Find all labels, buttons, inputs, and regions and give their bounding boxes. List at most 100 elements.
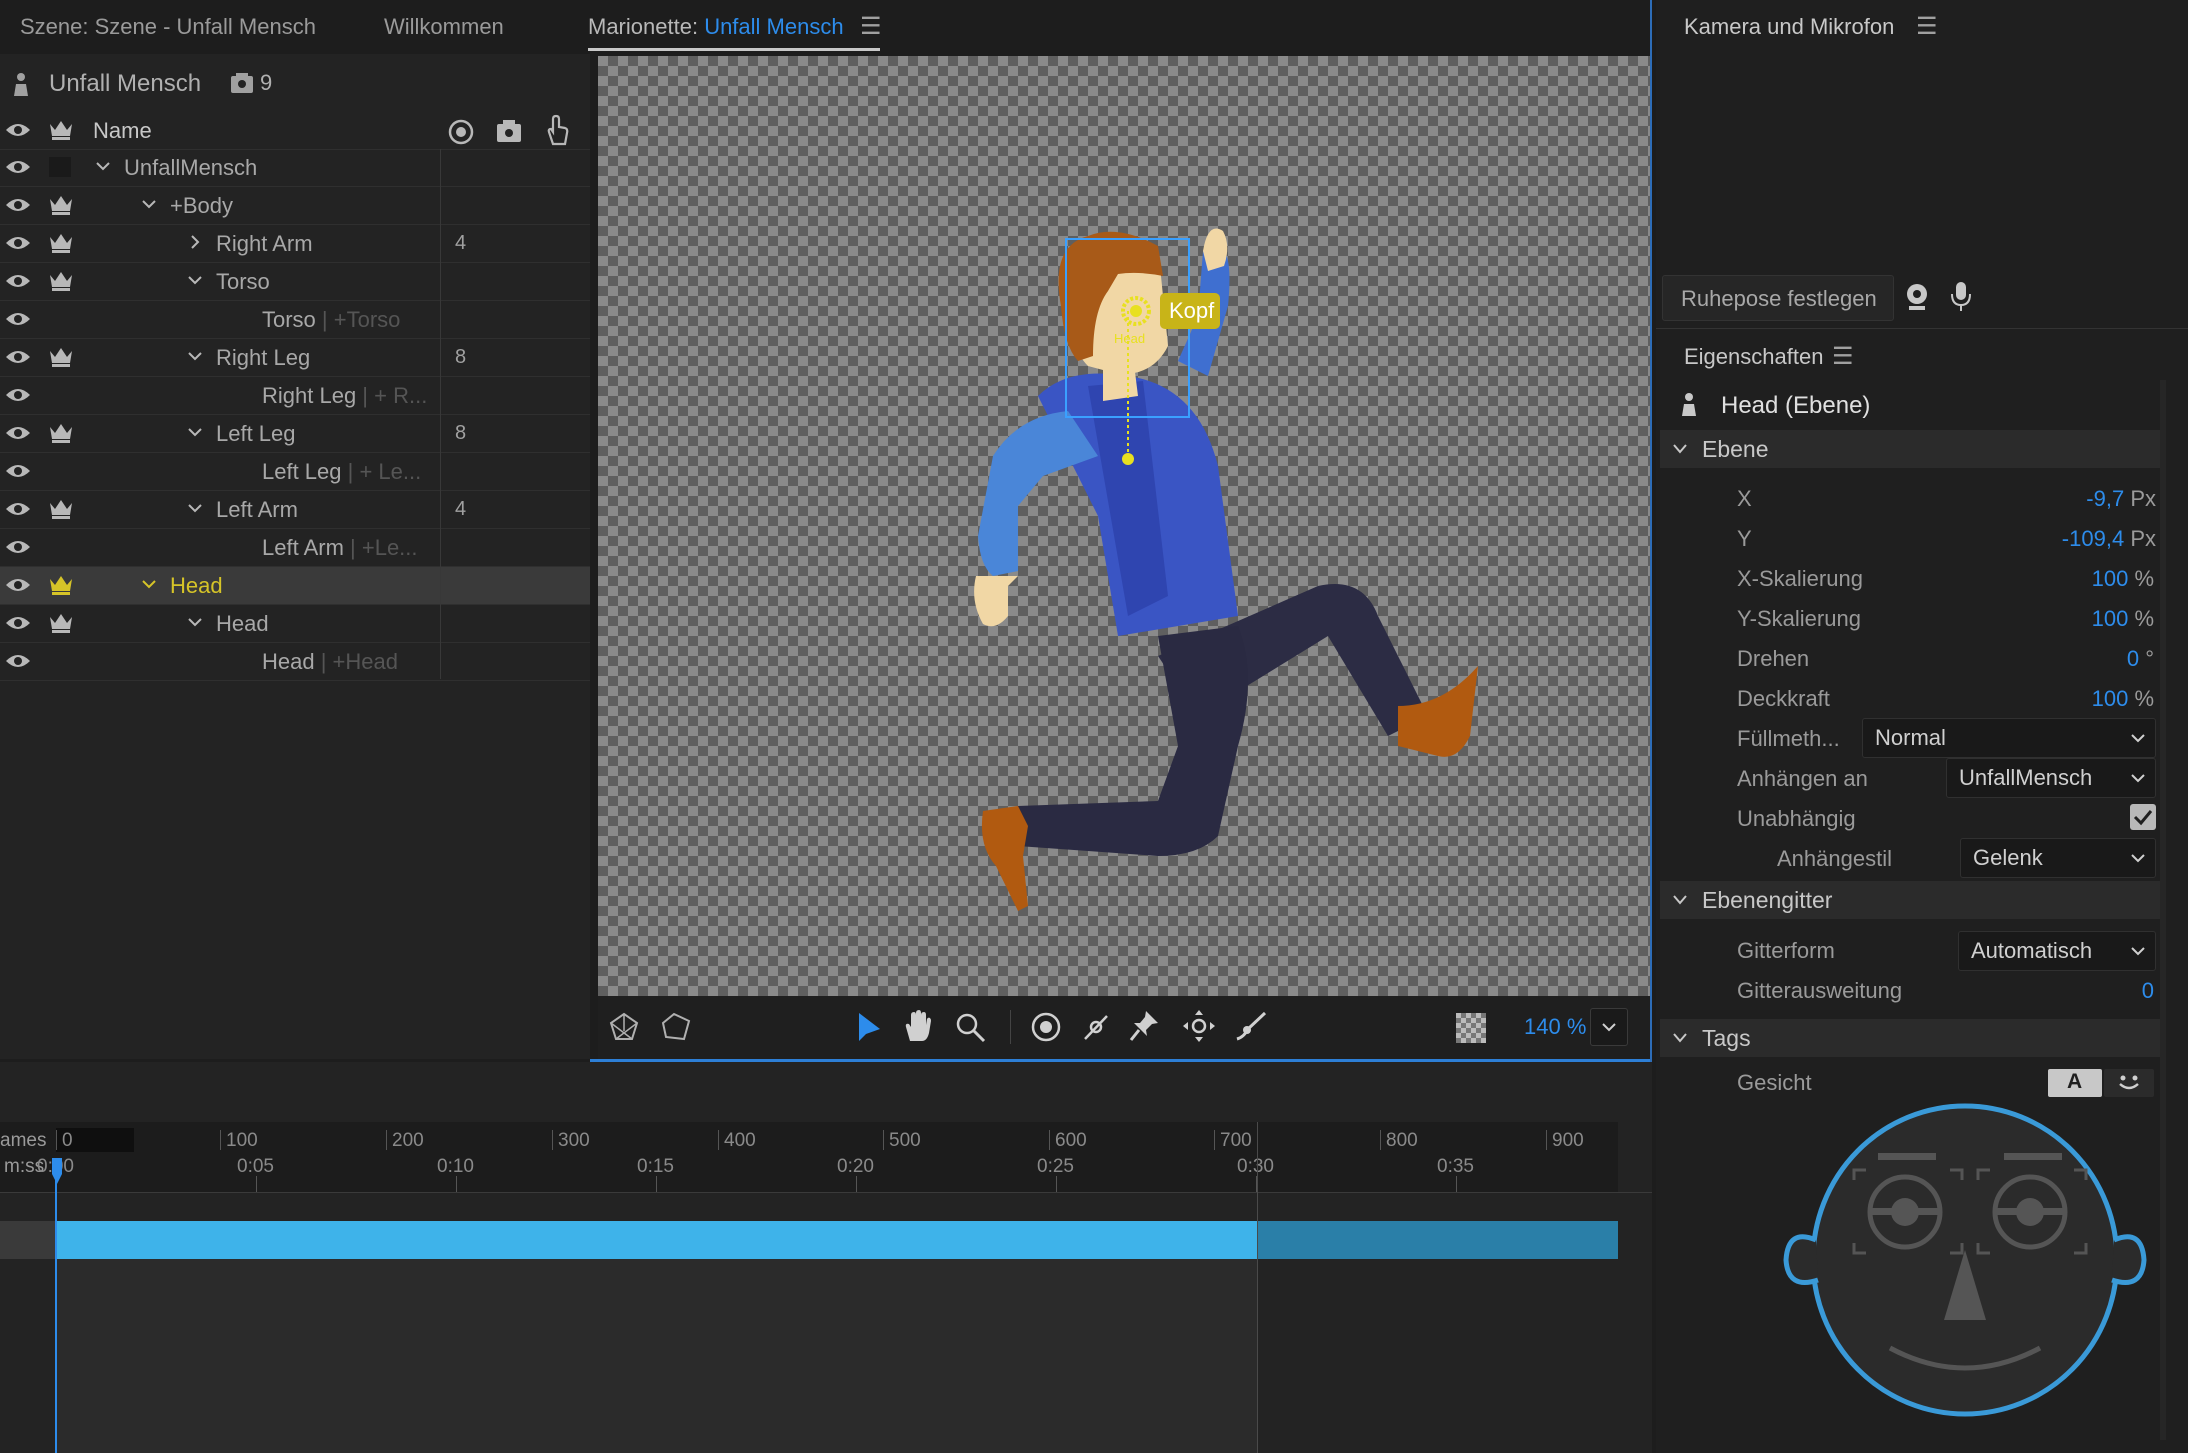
select-tool-icon[interactable]: [854, 1011, 884, 1043]
microphone-icon[interactable]: [1950, 280, 1972, 312]
playhead-line[interactable]: [55, 1160, 57, 1453]
eye-icon[interactable]: [4, 347, 32, 367]
crown-icon[interactable]: [48, 611, 74, 633]
stick-tool-icon[interactable]: [1080, 1011, 1112, 1043]
chevron-down-icon[interactable]: [188, 349, 202, 363]
yscale-value[interactable]: 100 %: [2092, 606, 2154, 632]
eye-icon[interactable]: [4, 385, 32, 405]
eye-icon[interactable]: [4, 575, 32, 595]
frame-tick-mark: [552, 1130, 553, 1150]
layer-row[interactable]: Right Leg 8: [0, 339, 590, 377]
chevron-down-icon[interactable]: [188, 273, 202, 287]
mesh-shape-dropdown[interactable]: Automatisch: [1958, 931, 2156, 971]
eye-icon[interactable]: [4, 537, 32, 557]
zoom-tool-icon[interactable]: [954, 1011, 986, 1043]
eye-icon[interactable]: [4, 423, 32, 443]
blend-mode-dropdown[interactable]: Normal: [1862, 718, 2156, 758]
timeline-clip-bar[interactable]: [56, 1221, 1257, 1259]
y-value[interactable]: -109,4 Px: [2062, 526, 2156, 552]
dragger-tool-icon[interactable]: [1182, 1009, 1216, 1043]
smiley-icon: [2119, 1075, 2139, 1090]
eye-icon[interactable]: [4, 233, 32, 253]
eye-icon[interactable]: [4, 499, 32, 519]
eye-icon[interactable]: [4, 651, 32, 671]
chevron-down-icon[interactable]: [142, 577, 156, 591]
attach-to-dropdown[interactable]: UnfallMensch: [1946, 758, 2156, 798]
crown-icon[interactable]: [48, 269, 74, 291]
layer-row[interactable]: Torso: [0, 263, 590, 301]
touch-column-icon: [547, 114, 569, 146]
face-tag-picker[interactable]: [1780, 1100, 2150, 1425]
camera-menu-icon[interactable]: ☰: [1916, 12, 1938, 41]
eye-icon[interactable]: [4, 309, 32, 329]
x-value[interactable]: -9,7 Px: [2086, 486, 2156, 512]
layer-row[interactable]: Left Arm 4: [0, 491, 590, 529]
eye-icon[interactable]: [4, 271, 32, 291]
crown-icon[interactable]: [48, 573, 74, 595]
crown-icon[interactable]: [48, 497, 74, 519]
crown-icon[interactable]: [48, 231, 74, 253]
chevron-down-icon[interactable]: [188, 615, 202, 629]
layer-row[interactable]: Left Leg | + Le...: [0, 453, 590, 491]
mesh-expand-value[interactable]: 0: [2142, 978, 2154, 1004]
layer-row[interactable]: Right Arm 4: [0, 225, 590, 263]
name-column-header[interactable]: Name: [93, 118, 152, 144]
crown-icon[interactable]: [48, 421, 74, 443]
origin-tool-icon[interactable]: [1030, 1011, 1062, 1043]
chevron-down-icon[interactable]: [142, 197, 156, 211]
eye-icon[interactable]: [4, 461, 32, 481]
properties-scrollbar[interactable]: [2160, 380, 2166, 1440]
independent-checkbox[interactable]: [2130, 804, 2156, 830]
crown-icon[interactable]: [48, 345, 74, 367]
section-mesh[interactable]: Ebenengitter: [1660, 881, 2160, 919]
eye-icon[interactable]: [4, 613, 32, 633]
puppet-canvas[interactable]: Kopf Head: [598, 56, 1651, 996]
tab-scene[interactable]: Szene: Szene - Unfall Mensch: [20, 14, 316, 40]
chevron-down-icon[interactable]: [188, 425, 202, 439]
transparency-grid-icon[interactable]: [1456, 1013, 1486, 1043]
layer-row[interactable]: Right Leg | + R...: [0, 377, 590, 415]
playhead-handle-icon[interactable]: [50, 1156, 64, 1186]
tag-face-button[interactable]: [2104, 1069, 2154, 1097]
handle-tag-label[interactable]: Kopf: [1169, 298, 1214, 324]
stroke-tool-icon[interactable]: [1234, 1011, 1268, 1043]
chevron-down-icon[interactable]: [96, 159, 110, 173]
eye-icon[interactable]: [4, 157, 32, 177]
chevron-right-icon[interactable]: [188, 235, 202, 249]
tab-welcome[interactable]: Willkommen: [384, 14, 504, 40]
webcam-icon[interactable]: [1904, 282, 1930, 312]
work-area-end-marker[interactable]: [1257, 1122, 1258, 1453]
opacity-value[interactable]: 100 %: [2092, 686, 2154, 712]
puppet-menu-icon[interactable]: ☰: [860, 12, 882, 41]
eye-icon[interactable]: [4, 195, 32, 215]
time-tick-mark: [656, 1176, 657, 1192]
layer-row[interactable]: UnfallMensch: [0, 149, 590, 187]
xscale-value[interactable]: 100 %: [2092, 566, 2154, 592]
mesh-toggle-icon[interactable]: [608, 1011, 640, 1043]
section-layer[interactable]: Ebene: [1660, 430, 2160, 468]
timeline-track-area[interactable]: [56, 1259, 1257, 1453]
rotate-value[interactable]: 0 °: [2127, 646, 2154, 672]
properties-menu-icon[interactable]: ☰: [1832, 342, 1854, 371]
chevron-down-icon[interactable]: [188, 501, 202, 515]
layer-row[interactable]: Head | +Head: [0, 643, 590, 681]
zoom-dropdown[interactable]: [1590, 1008, 1628, 1046]
layer-row[interactable]: Left Arm | +Le...: [0, 529, 590, 567]
layer-row[interactable]: Head: [0, 567, 590, 605]
tag-text-button[interactable]: A: [2048, 1069, 2102, 1097]
attach-style-dropdown[interactable]: Gelenk: [1960, 838, 2156, 878]
section-tags[interactable]: Tags: [1660, 1019, 2160, 1057]
zoom-level[interactable]: 140 %: [1524, 1014, 1586, 1040]
hand-tool-icon[interactable]: [902, 1009, 934, 1043]
layer-row[interactable]: Head: [0, 605, 590, 643]
rest-pose-button[interactable]: Ruhepose festlegen: [1662, 275, 1894, 321]
outline-toggle-icon[interactable]: [660, 1011, 692, 1043]
pin-tool-icon[interactable]: [1128, 1009, 1160, 1043]
timeline-clip-bar-tail[interactable]: [1257, 1221, 1618, 1259]
handle-name-label[interactable]: Head: [1114, 331, 1145, 346]
crown-icon[interactable]: [48, 193, 74, 215]
layer-row[interactable]: Torso | +Torso: [0, 301, 590, 339]
layer-row[interactable]: +Body: [0, 187, 590, 225]
layer-row[interactable]: Left Leg 8: [0, 415, 590, 453]
tab-puppet[interactable]: Marionette: Unfall Mensch: [588, 14, 844, 40]
